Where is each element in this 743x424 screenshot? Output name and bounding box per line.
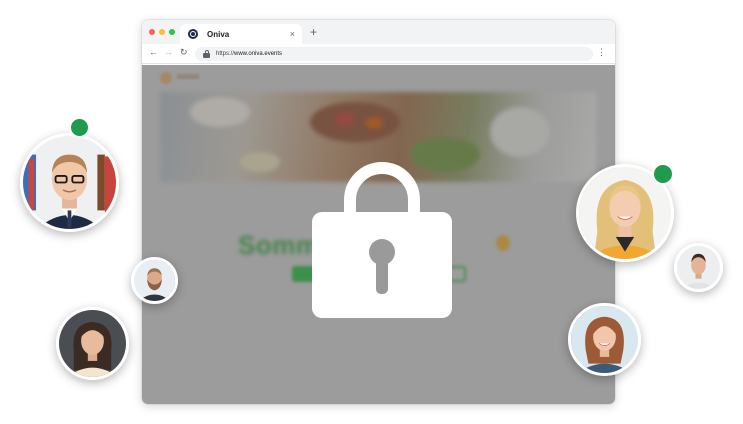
- avatar-man-short-hair[interactable]: [674, 243, 723, 292]
- avatar-man-glasses[interactable]: [20, 133, 119, 232]
- avatar-woman-auburn[interactable]: [568, 303, 641, 376]
- tab-close-icon[interactable]: ×: [290, 29, 295, 39]
- oniva-favicon-icon: [188, 29, 198, 39]
- padlock-icon: [312, 162, 452, 318]
- back-arrow-icon[interactable]: ←: [149, 48, 158, 57]
- tab-bar: Oniva × +: [142, 20, 615, 44]
- minimize-window-dot[interactable]: [159, 29, 165, 35]
- tab-oniva[interactable]: Oniva ×: [180, 24, 302, 44]
- browser-toolbar: ← → ↻ https://www.oniva.events ⋮: [142, 44, 615, 64]
- forward-arrow-icon[interactable]: →: [164, 48, 173, 57]
- maximize-window-dot[interactable]: [169, 29, 175, 35]
- avatar-woman-dark-hair[interactable]: [56, 307, 129, 380]
- browser-menu-icon[interactable]: ⋮: [597, 48, 606, 57]
- reload-icon[interactable]: ↻: [180, 48, 188, 57]
- secure-lock-icon[interactable]: [203, 50, 210, 58]
- close-window-dot[interactable]: [149, 29, 155, 35]
- new-tab-button[interactable]: +: [310, 26, 317, 38]
- url-text: https://www.oniva.events: [216, 51, 283, 57]
- avatar-man-beard[interactable]: [131, 257, 178, 304]
- online-status-indicator: [652, 163, 674, 185]
- address-bar[interactable]: https://www.oniva.events: [195, 47, 593, 61]
- online-status-indicator: [69, 117, 90, 138]
- tab-title: Oniva: [207, 29, 230, 39]
